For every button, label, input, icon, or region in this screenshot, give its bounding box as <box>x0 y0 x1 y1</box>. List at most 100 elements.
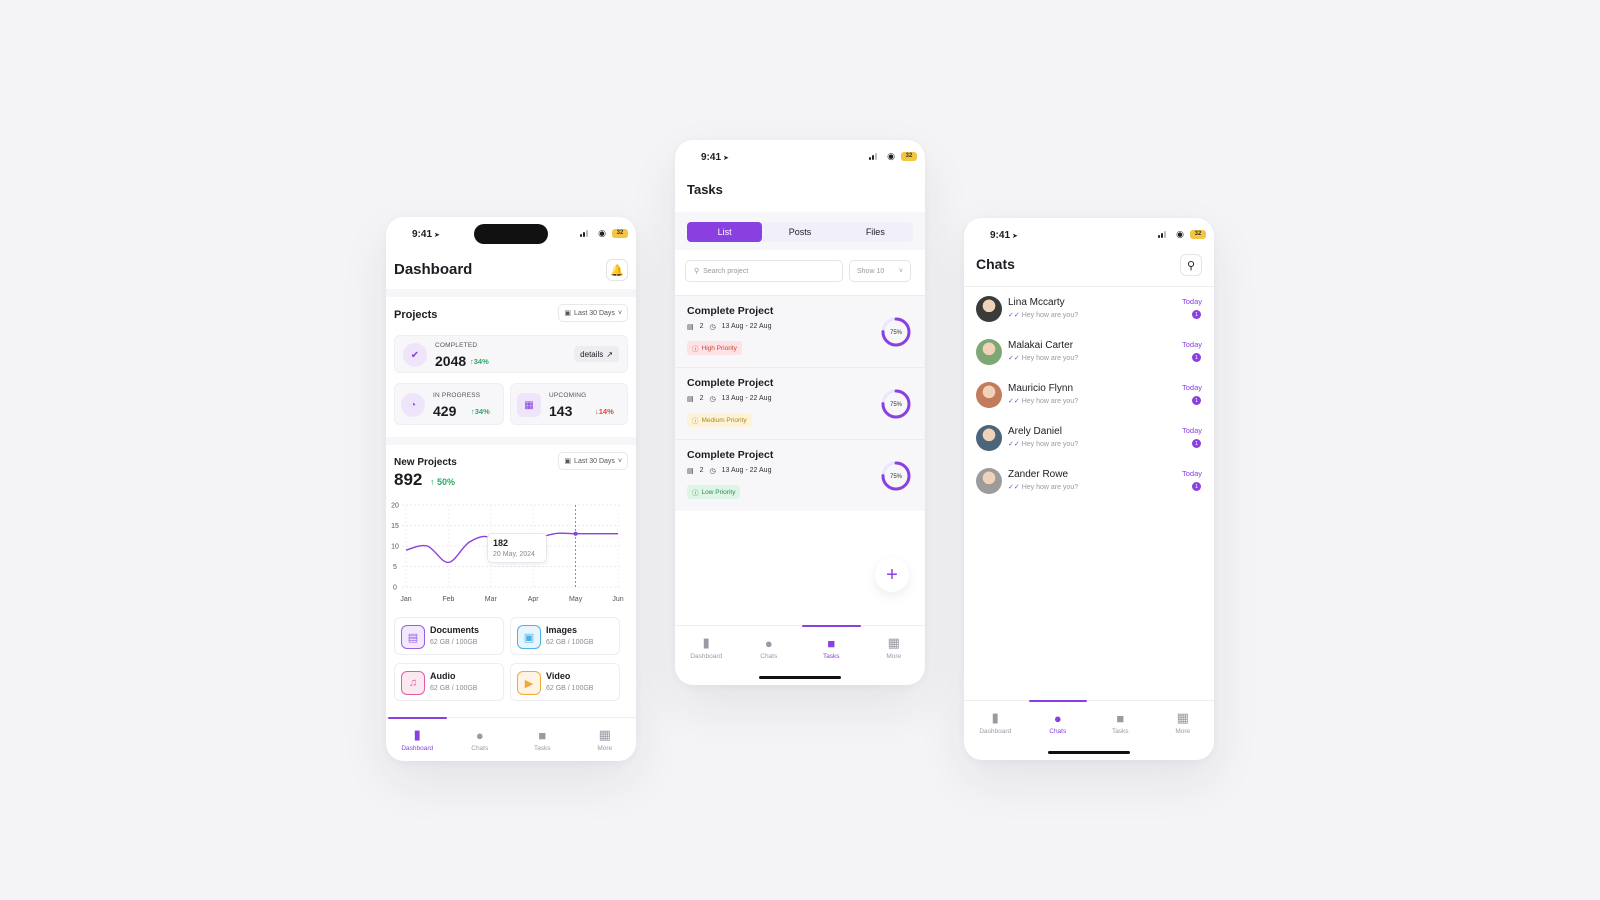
nav-tasks[interactable]: ■ Tasks <box>511 718 574 761</box>
music-icon: ♫ <box>401 671 425 695</box>
storage-size: 62 GB / 100GB <box>430 685 478 692</box>
storage-card[interactable]: ▣ Images 62 GB / 100GB <box>510 617 620 655</box>
search-input[interactable]: ⚲ Search project <box>685 260 843 282</box>
task-files: 2 <box>699 395 704 402</box>
tab-list[interactable]: List <box>687 222 763 242</box>
bar-chart-icon: ▮ <box>702 635 710 650</box>
nav-dashboard[interactable]: ▮ Dashboard <box>964 701 1027 744</box>
chat-icon: ● <box>764 635 773 651</box>
task-dates: 13 Aug - 22 Aug <box>721 323 772 330</box>
bell-icon[interactable]: 🔔 <box>606 259 628 281</box>
nav-more[interactable]: ▦ More <box>1152 701 1215 744</box>
nav-dashboard[interactable]: ▮ Dashboard <box>675 626 738 669</box>
file-icon: ▤ <box>687 468 694 475</box>
chat-row[interactable]: Malakai Carter ✓✓ Hey how are you? Today 1 <box>964 331 1214 375</box>
storage-name: Audio <box>430 671 456 681</box>
task-dates: 13 Aug - 22 Aug <box>721 395 772 402</box>
segmented-tabs: List Posts Files <box>687 222 913 242</box>
tab-posts[interactable]: Posts <box>762 222 837 242</box>
storage-card[interactable]: ♫ Audio 62 GB / 100GB <box>394 663 504 701</box>
clipboard-icon: ■ <box>1116 710 1125 726</box>
storage-card[interactable]: ▶ Video 62 GB / 100GB <box>510 663 620 701</box>
details-button[interactable]: details ↗ <box>574 346 619 362</box>
tooltip-date: 20 May, 2024 <box>493 551 535 558</box>
nav-more[interactable]: ▦ More <box>574 718 637 761</box>
unread-badge: 1 <box>1192 310 1201 319</box>
chat-day: Today <box>1181 340 1202 349</box>
nav-more[interactable]: ▦ More <box>863 626 926 669</box>
priority-label: High Priority <box>701 344 737 352</box>
home-indicator <box>759 676 841 679</box>
task-files: 2 <box>699 323 704 330</box>
task-card[interactable]: Complete Project ▤ 2 ◷ 13 Aug - 22 Aug ⓘ Low P… <box>675 439 925 511</box>
double-check-icon: ✓✓ <box>1008 398 1020 405</box>
page-title: Dashboard <box>394 261 473 278</box>
nav-chats[interactable]: ● Chats <box>738 626 801 669</box>
avatar <box>976 468 1002 494</box>
search-icon[interactable]: ⚲ <box>1180 254 1202 276</box>
file-icon: ▤ <box>687 396 694 403</box>
dashboard-screen: 9:41 ◉ 32 Dashboard 🔔 Projects ▣ Last 30… <box>386 217 636 761</box>
task-card[interactable]: Complete Project ▤ 2 ◷ 13 Aug - 22 Aug ⓘ High … <box>675 295 925 367</box>
task-card[interactable]: Complete Project ▤ 2 ◷ 13 Aug - 22 Aug ⓘ Mediu… <box>675 367 925 439</box>
task-title: Complete Project <box>687 305 774 317</box>
nav-tasks[interactable]: ■ Tasks <box>1089 701 1152 744</box>
progress-value: 75% <box>890 402 903 408</box>
grid-icon: ▦ <box>1176 710 1189 725</box>
search-icon: ⚲ <box>694 268 700 275</box>
unread-badge: 1 <box>1192 482 1201 491</box>
task-dates: 13 Aug - 22 Aug <box>721 467 772 474</box>
nav-dashboard[interactable]: ▮ Dashboard <box>386 717 449 761</box>
double-check-icon: ✓✓ <box>1008 484 1020 491</box>
show-select[interactable]: Show 10 ˅ <box>849 260 911 282</box>
y-tick-label: 10 <box>391 544 399 551</box>
chat-row[interactable]: Zander Rowe ✓✓ Hey how are you? Today 1 <box>964 460 1214 504</box>
tooltip-value: 182 <box>493 538 509 548</box>
y-tick-label: 20 <box>391 503 399 510</box>
new-projects-range-label: Last 30 Days <box>574 457 615 465</box>
chat-message: Hey how are you? <box>1021 398 1079 405</box>
status-time: 9:41 <box>412 229 440 240</box>
chat-row[interactable]: Mauricio Flynn ✓✓ Hey how are you? Today 1 <box>964 374 1214 418</box>
task-meta: ▤ 2 ◷ 13 Aug - 22 Aug <box>687 323 771 331</box>
task-title: Complete Project <box>687 449 774 461</box>
signal-icon <box>1158 231 1166 238</box>
new-projects-label: New Projects <box>394 457 457 468</box>
x-tick-label: Feb <box>442 596 454 603</box>
nav-label: Tasks <box>822 652 840 660</box>
video-icon: ▶ <box>517 671 541 695</box>
chat-row[interactable]: Lina Mccarty ✓✓ Hey how are you? Today 1 <box>964 288 1214 332</box>
add-task-button[interactable]: + <box>875 558 909 592</box>
chat-name: Mauricio Flynn <box>1008 383 1074 394</box>
chat-name: Malakai Carter <box>1008 340 1074 351</box>
page-title: Tasks <box>687 182 723 197</box>
chat-day: Today <box>1181 383 1202 392</box>
nav-tasks[interactable]: ■ Tasks <box>800 625 863 669</box>
nav-chats[interactable]: ● Chats <box>449 718 512 761</box>
bar-chart-icon: ▮ <box>991 710 999 725</box>
chat-preview: ✓✓ Hey how are you? <box>1008 354 1078 362</box>
chat-row[interactable]: Arely Daniel ✓✓ Hey how are you? Today 1 <box>964 417 1214 461</box>
data-point <box>573 531 578 536</box>
check-circle-icon: ✔ <box>403 343 427 367</box>
in-progress-value: 429 <box>433 403 457 419</box>
new-projects-range-select[interactable]: ▣ Last 30 Days ˅ <box>558 452 628 470</box>
info-icon: ⓘ <box>692 418 699 425</box>
chat-message: Hey how are you? <box>1021 355 1079 362</box>
details-label: details <box>580 349 604 359</box>
status-bar: 9:41 ◉ 32 <box>386 217 636 247</box>
nav-chats[interactable]: ● Chats <box>1027 700 1090 744</box>
upcoming-delta: ↓14% <box>595 407 614 416</box>
grid-icon: ▦ <box>598 727 611 742</box>
x-tick-label: Jan <box>400 596 411 603</box>
chevron-down-icon: ˅ <box>617 309 622 317</box>
calendar-icon: ▦ <box>517 393 541 417</box>
tab-files[interactable]: Files <box>838 222 913 242</box>
image-icon: ▣ <box>517 625 541 649</box>
status-bar: 9:41 ◉ 32 <box>964 218 1214 248</box>
dynamic-island <box>474 224 548 244</box>
file-icon: ▤ <box>687 324 694 331</box>
projects-range-select[interactable]: ▣ Last 30 Days ˅ <box>558 304 628 322</box>
clock-icon: ◷ <box>709 324 716 331</box>
storage-card[interactable]: ▤ Documents 62 GB / 100GB <box>394 617 504 655</box>
